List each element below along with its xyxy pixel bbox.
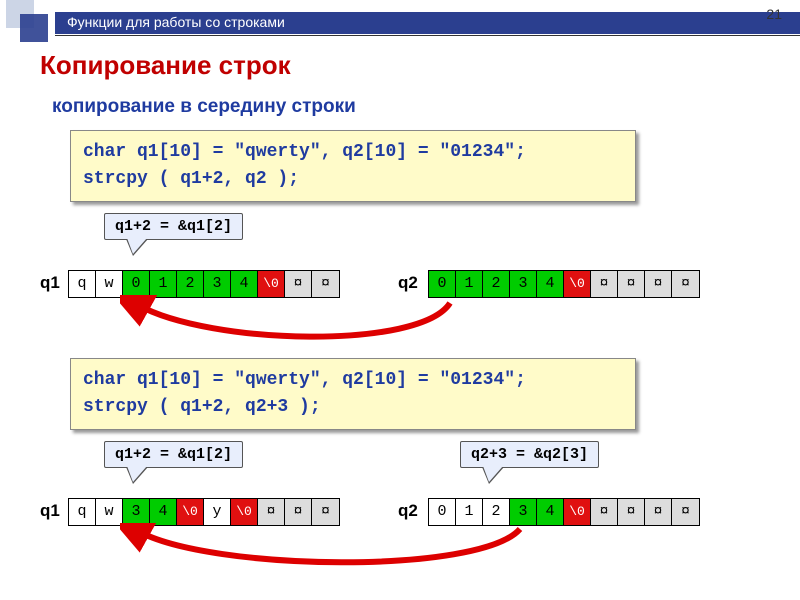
memory-cell: q xyxy=(69,271,96,297)
memory-cell: ¤ xyxy=(618,271,645,297)
copy-arrow-1 xyxy=(120,295,480,355)
code-line: strcpy ( q1+2, q2 ); xyxy=(83,166,623,193)
memory-cell: ¤ xyxy=(285,271,312,297)
code-line: strcpy ( q1+2, q2+3 ); xyxy=(83,394,623,421)
memory-cell: \0 xyxy=(177,499,204,525)
memory-cell: ¤ xyxy=(672,499,699,525)
memory-cell: ¤ xyxy=(672,271,699,297)
memory-cell: 0 xyxy=(429,271,456,297)
memory-cell: ¤ xyxy=(285,499,312,525)
page-subtitle: копирование в середину строки xyxy=(52,96,356,118)
memory-cell: 4 xyxy=(537,271,564,297)
memory-cell: \0 xyxy=(258,271,285,297)
memory-cell: w xyxy=(96,499,123,525)
pointer-bubble-3: q2+3 = &q2[3] xyxy=(460,441,599,468)
code-block-2: char q1[10] = "qwerty", q2[10] = "01234"… xyxy=(70,358,636,430)
copy-arrow-2 xyxy=(120,523,540,579)
memory-cell: 0 xyxy=(123,271,150,297)
memory-cell: ¤ xyxy=(312,499,339,525)
code-line: char q1[10] = "qwerty", q2[10] = "01234"… xyxy=(83,367,623,394)
array-q1-row2: qw34\0y\0¤¤¤ xyxy=(68,498,340,526)
memory-cell: 1 xyxy=(456,271,483,297)
memory-cell: w xyxy=(96,271,123,297)
memory-cell: ¤ xyxy=(591,499,618,525)
page-number: 21 xyxy=(766,6,782,22)
memory-cell: 4 xyxy=(150,499,177,525)
array-q2-row2: 01234\0¤¤¤¤ xyxy=(428,498,700,526)
memory-cell: ¤ xyxy=(645,499,672,525)
slide-header: Функции для работы со строками xyxy=(55,12,800,34)
memory-cell: ¤ xyxy=(645,271,672,297)
memory-cell: 3 xyxy=(123,499,150,525)
code-line: char q1[10] = "qwerty", q2[10] = "01234"… xyxy=(83,139,623,166)
array-label-q1-b: q1 xyxy=(40,501,60,521)
memory-cell: 1 xyxy=(456,499,483,525)
memory-cell: ¤ xyxy=(258,499,285,525)
memory-cell: 2 xyxy=(483,271,510,297)
memory-cell: 1 xyxy=(150,271,177,297)
memory-cell: 3 xyxy=(204,271,231,297)
memory-cell: 4 xyxy=(231,271,258,297)
array-q1-row1: qw01234\0¤¤ xyxy=(68,270,340,298)
memory-cell: 2 xyxy=(483,499,510,525)
memory-cell: ¤ xyxy=(618,499,645,525)
memory-cell: ¤ xyxy=(591,271,618,297)
memory-cell: 3 xyxy=(510,499,537,525)
pointer-bubble-2: q1+2 = &q1[2] xyxy=(104,441,243,468)
memory-cell: 0 xyxy=(429,499,456,525)
memory-cell: 2 xyxy=(177,271,204,297)
code-block-1: char q1[10] = "qwerty", q2[10] = "01234"… xyxy=(70,130,636,202)
array-label-q2-b: q2 xyxy=(398,501,418,521)
memory-cell: q xyxy=(69,499,96,525)
page-title: Копирование строк xyxy=(40,50,291,81)
memory-cell: \0 xyxy=(564,271,591,297)
memory-cell: 3 xyxy=(510,271,537,297)
array-label-q2: q2 xyxy=(398,273,418,293)
memory-cell: ¤ xyxy=(312,271,339,297)
pointer-bubble-1: q1+2 = &q1[2] xyxy=(104,213,243,240)
array-q2-row1: 01234\0¤¤¤¤ xyxy=(428,270,700,298)
memory-cell: \0 xyxy=(564,499,591,525)
array-label-q1: q1 xyxy=(40,273,60,293)
memory-cell: \0 xyxy=(231,499,258,525)
memory-cell: y xyxy=(204,499,231,525)
memory-cell: 4 xyxy=(537,499,564,525)
header-title: Функции для работы со строками xyxy=(67,14,285,30)
